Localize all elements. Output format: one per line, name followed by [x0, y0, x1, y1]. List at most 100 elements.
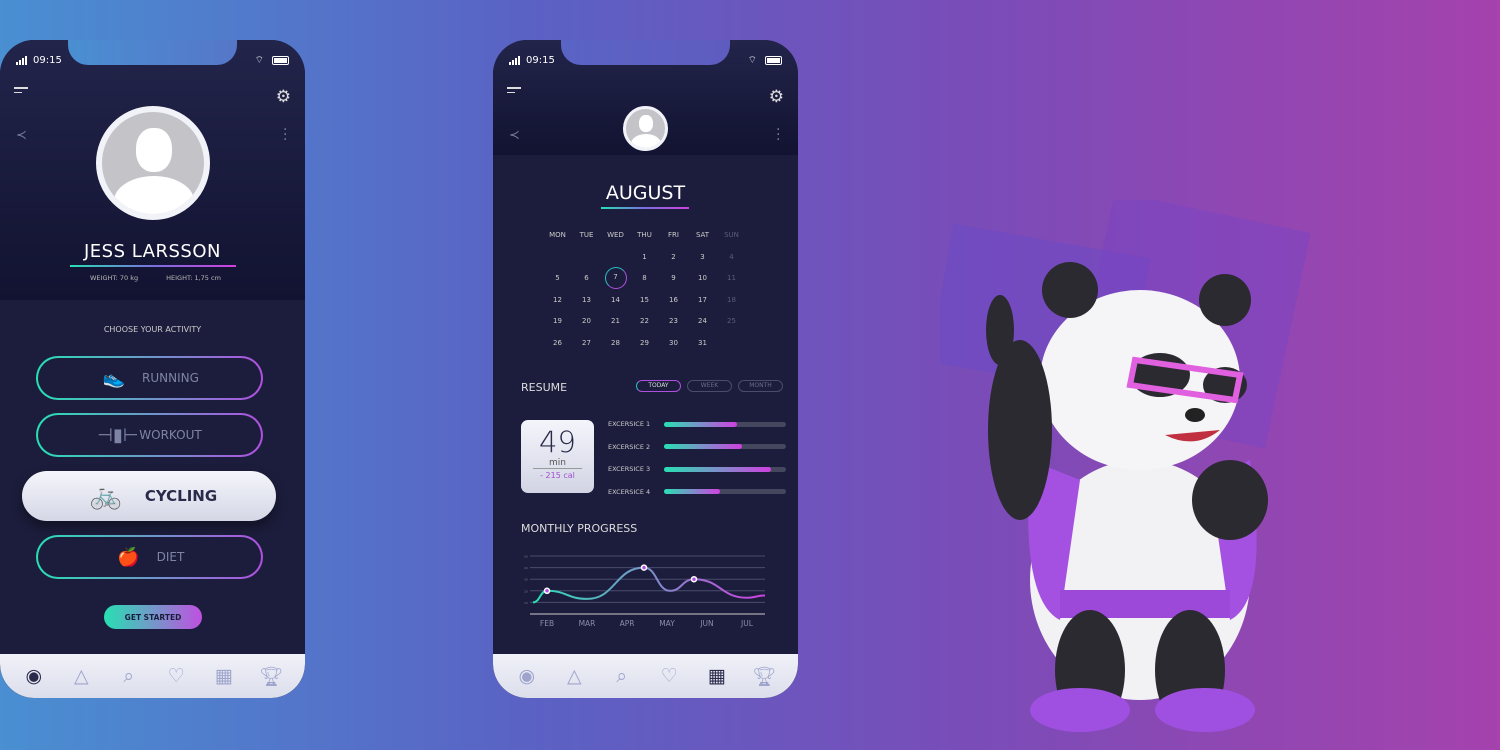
shoe-icon: 👟 — [102, 367, 126, 389]
activity-running-button[interactable]: 👟 RUNNING — [36, 356, 263, 400]
minutes-value: 49 — [539, 425, 576, 459]
search-icon[interactable]: ⌕ — [607, 665, 637, 687]
exercise-row: EXCERSICE 1 — [608, 420, 786, 428]
calendar-day[interactable]: 3 — [688, 250, 717, 272]
resume-title: RESUME — [521, 381, 568, 394]
calendar-day[interactable]: 4 — [717, 250, 746, 272]
data-point-marker[interactable] — [640, 564, 648, 571]
calendar-day[interactable]: 23 — [659, 314, 688, 336]
heart-rate-icon[interactable]: ♡ — [161, 665, 191, 687]
calendar-day[interactable]: 6 — [572, 271, 601, 293]
exercise-row: EXCERSICE 4 — [608, 488, 786, 496]
calendar-day[interactable]: 13 — [572, 293, 601, 315]
tab-week[interactable]: WEEK — [687, 380, 732, 392]
signal-icon — [509, 55, 520, 65]
calendar-day[interactable]: 20 — [572, 314, 601, 336]
y-tick-label: 50 — [524, 555, 528, 559]
calendar-day[interactable]: 1 — [630, 250, 659, 272]
data-point-marker[interactable] — [690, 575, 698, 583]
calendar-day[interactable]: 30 — [659, 336, 688, 358]
more-icon[interactable]: · · · — [283, 123, 287, 147]
trophy-icon[interactable]: 🏆︎ — [256, 665, 286, 688]
wifi-icon: ⌔ — [254, 54, 264, 66]
exercise-progress-bar — [664, 421, 786, 427]
weekday-thu: THU — [637, 231, 652, 239]
menu-icon[interactable] — [14, 87, 28, 96]
calendar-day[interactable]: 8 — [630, 271, 659, 293]
calendar-icon[interactable]: ▦ — [702, 665, 732, 687]
month-title: AUGUST — [605, 182, 686, 204]
calendar-day[interactable]: 10 — [688, 271, 717, 293]
trophy-icon[interactable]: 🏆︎ — [749, 665, 779, 688]
calendar-day[interactable]: 15 — [630, 293, 659, 315]
activity-label: RUNNING — [142, 371, 199, 385]
calendar-day[interactable]: 7 — [601, 267, 630, 293]
calendar-day[interactable]: 2 — [659, 250, 688, 272]
more-icon[interactable]: · · · — [776, 123, 780, 147]
activity-label: WORKOUT — [139, 428, 202, 442]
tab-month[interactable]: MONTH — [738, 380, 783, 392]
calendar-day[interactable]: 29 — [630, 336, 659, 358]
activity-cycling-button[interactable]: 🚲 CYCLING — [22, 471, 276, 521]
clock: 09:15 — [33, 54, 62, 66]
weekday-sat: SAT — [695, 231, 710, 239]
calendar-day[interactable]: 19 — [543, 314, 572, 336]
battery-icon — [272, 55, 289, 65]
calendar-icon[interactable]: ▦ — [209, 665, 239, 687]
calendar-day[interactable]: 21 — [601, 314, 630, 336]
calendar-day[interactable]: 16 — [659, 293, 688, 315]
get-started-button[interactable]: GET STARTED — [104, 605, 202, 629]
duration-card: 49 min - 215 cal — [521, 420, 594, 493]
calendar-day[interactable]: 27 — [572, 336, 601, 358]
profile-icon[interactable]: ◉ — [19, 665, 49, 687]
gear-icon[interactable]: ⚙ — [276, 87, 291, 107]
exercise-label: EXCERSICE 4 — [608, 487, 651, 496]
empty-cell — [572, 250, 601, 272]
calendar-day[interactable]: 26 — [543, 336, 572, 358]
navigation-icon[interactable]: △ — [66, 665, 96, 687]
weight: WEIGHT: 70 kg — [90, 274, 139, 282]
x-tick-label: FEB — [540, 619, 554, 628]
calendar-day[interactable]: 18 — [717, 293, 746, 315]
panda-mascot-illustration — [940, 200, 1311, 732]
calendar-day[interactable]: 9 — [659, 271, 688, 293]
calendar-day[interactable]: 28 — [601, 336, 630, 358]
clock: 09:15 — [526, 54, 555, 66]
calendar-day[interactable]: 11 — [717, 271, 746, 293]
calendar-day[interactable]: 12 — [543, 293, 572, 315]
signal-icon — [16, 55, 27, 65]
gear-icon[interactable]: ⚙ — [769, 87, 784, 107]
x-tick-label: MAR — [579, 619, 596, 628]
activity-workout-button[interactable]: ⊣▮⊢ WORKOUT — [36, 413, 263, 457]
tab-today[interactable]: TODAY — [636, 380, 681, 392]
status-bar: 09:15 ⌔ — [16, 53, 289, 67]
weekday-sun: SUN — [724, 231, 739, 239]
exercise-label: EXCERSICE 2 — [608, 442, 651, 451]
data-point-marker[interactable] — [543, 587, 551, 595]
calendar-day[interactable]: 5 — [543, 271, 572, 293]
exercise-label: EXCERSICE 1 — [608, 420, 651, 428]
calendar-day[interactable]: 22 — [630, 314, 659, 336]
avatar[interactable] — [96, 106, 210, 220]
exercise-label: EXCERSICE 3 — [608, 465, 651, 473]
activity-diet-button[interactable]: 🍎 DIET — [36, 535, 263, 579]
navigation-icon[interactable]: △ — [559, 665, 589, 687]
activity-label: CYCLING — [144, 487, 218, 505]
profile-icon[interactable]: ◉ — [512, 665, 542, 687]
user-name: JESS LARSSON — [83, 241, 221, 262]
calendar-day[interactable]: 17 — [688, 293, 717, 315]
avatar[interactable] — [623, 106, 668, 151]
share-icon[interactable]: ≺ — [16, 128, 27, 143]
name-underline — [70, 265, 236, 267]
menu-icon[interactable] — [507, 87, 521, 96]
calendar-day[interactable]: 14 — [601, 293, 630, 315]
x-tick-label: MAY — [659, 619, 675, 628]
calendar-day[interactable]: 24 — [688, 314, 717, 336]
share-icon[interactable]: ≺ — [509, 128, 520, 143]
heart-rate-icon[interactable]: ♡ — [654, 665, 684, 687]
search-icon[interactable]: ⌕ — [114, 665, 144, 687]
calendar-day[interactable]: 31 — [688, 336, 717, 358]
calendar-day[interactable]: 25 — [717, 314, 746, 336]
exercise-progress-fill — [664, 466, 772, 472]
x-tick-label: JUN — [699, 619, 713, 628]
